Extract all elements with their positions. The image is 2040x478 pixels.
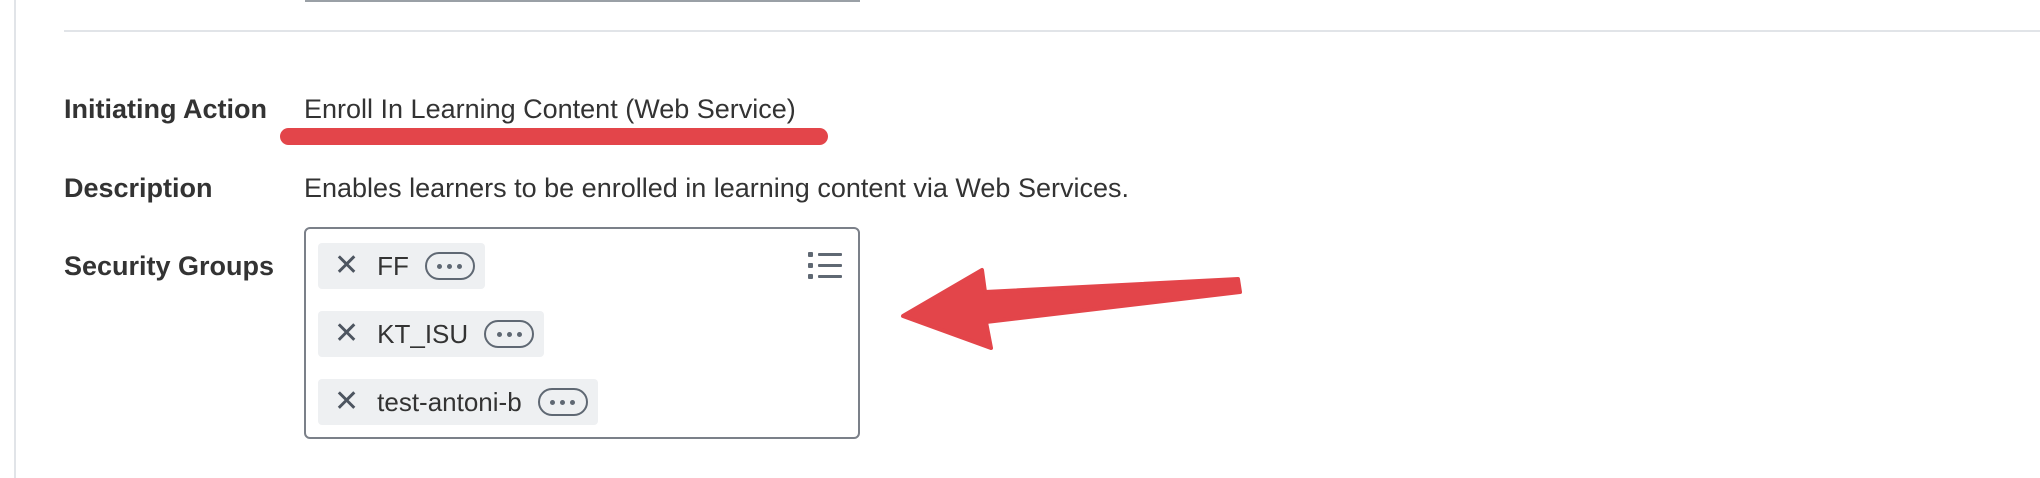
arrow-shape [901, 268, 1242, 350]
annotation-arrow [901, 268, 1242, 350]
